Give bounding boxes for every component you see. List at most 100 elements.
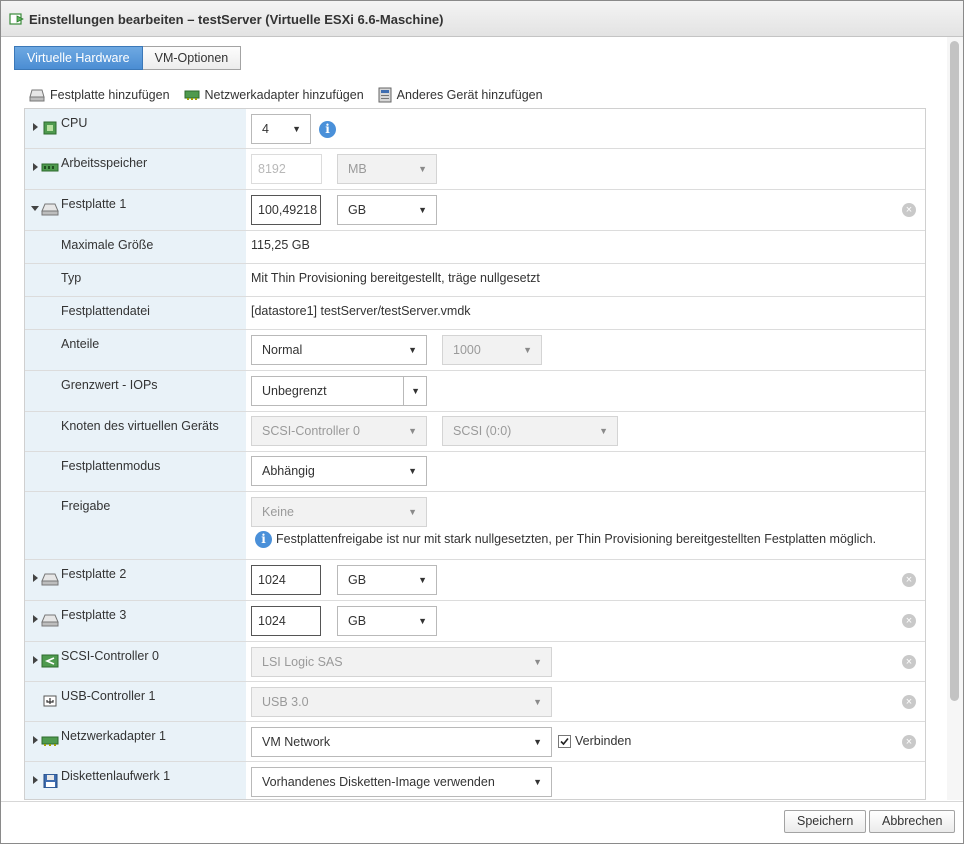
chevron-down-icon: ▼ <box>408 345 417 355</box>
memory-icon <box>41 163 59 172</box>
memory-size-input[interactable]: 8192 <box>251 154 322 184</box>
row-disk3: Festplatte 3 1024 GB ▼ × <box>25 601 925 642</box>
disk2-size-input[interactable]: 1024 <box>251 565 321 595</box>
caret-right-icon[interactable] <box>30 775 40 785</box>
shares-label: Anteile <box>61 337 100 351</box>
caret-right-icon[interactable] <box>30 735 40 745</box>
disk1-label: Festplatte 1 <box>61 197 127 211</box>
disk3-unit-select[interactable]: GB ▼ <box>337 606 437 636</box>
usb-icon <box>43 695 57 707</box>
disk-file-label: Festplattendatei <box>61 304 150 318</box>
device-node-label: Knoten des virtuellen Geräts <box>61 419 219 433</box>
row-disk1-max-size: Maximale Größe 115,25 GB <box>25 231 925 264</box>
remove-disk1-button[interactable]: × <box>902 203 916 217</box>
connect-checkbox[interactable] <box>558 735 571 748</box>
add-disk-button[interactable]: Festplatte hinzufügen <box>29 88 170 102</box>
disk1-size-input[interactable]: 100,49218 <box>251 195 321 225</box>
scsi-node-select[interactable]: SCSI (0:0) ▼ <box>442 416 618 446</box>
disk3-size-input[interactable]: 1024 <box>251 606 321 636</box>
network-select[interactable]: VM Network ▼ <box>251 727 552 757</box>
row-network-adapter: Netzwerkadapter 1 VM Network ▼ Verbinden … <box>25 722 925 762</box>
memory-label: Arbeitsspeicher <box>61 156 148 170</box>
info-icon: i <box>255 531 272 548</box>
chevron-down-icon: ▼ <box>292 124 301 134</box>
add-other-device-button[interactable]: Anderes Gerät hinzufügen <box>378 87 543 103</box>
remove-usb-controller-button[interactable]: × <box>902 695 916 709</box>
cpu-count-select[interactable]: 4 ▼ <box>251 114 311 144</box>
caret-right-icon[interactable] <box>30 162 40 172</box>
disk2-label: Festplatte 2 <box>61 567 127 581</box>
floppy-label: Diskettenlaufwerk 1 <box>61 769 171 783</box>
cancel-button[interactable]: Abbrechen <box>869 810 956 833</box>
tab-virtual-hardware[interactable]: Virtuelle Hardware <box>14 46 143 70</box>
chevron-down-icon: ▼ <box>403 377 420 405</box>
dialog-title: Einstellungen bearbeiten – testServer (V… <box>29 12 444 27</box>
row-disk1-file: Festplattendatei [datastore1] testServer… <box>25 297 925 330</box>
row-disk1-shares: Anteile Normal ▼ 1000 ▼ <box>25 330 925 371</box>
chevron-down-icon: ▼ <box>408 466 417 476</box>
hard-disk-icon <box>41 573 59 586</box>
controller-select[interactable]: SCSI-Controller 0 ▼ <box>251 416 427 446</box>
usb-controller-label: USB-Controller 1 <box>61 689 156 703</box>
caret-down-icon[interactable] <box>30 203 40 213</box>
shares-select[interactable]: Normal ▼ <box>251 335 427 365</box>
cpu-info-icon[interactable]: i <box>319 121 336 138</box>
scsi-controller-label: SCSI-Controller 0 <box>61 649 159 663</box>
usb-type-select[interactable]: USB 3.0 ▼ <box>251 687 552 717</box>
tab-vm-options[interactable]: VM-Optionen <box>142 46 242 70</box>
caret-right-icon[interactable] <box>30 614 40 624</box>
hardware-table: CPU 4 ▼ i Arbeitsspeicher 8192 MB ▼ Fest… <box>24 108 926 800</box>
caret-right-icon[interactable] <box>30 573 40 583</box>
scrollbar-thumb[interactable] <box>950 41 959 701</box>
sharing-note: Festplattenfreigabe ist nur mit stark nu… <box>276 532 877 546</box>
caret-right-icon[interactable] <box>30 655 40 665</box>
row-floppy: Diskettenlaufwerk 1 Vorhandenes Diskette… <box>25 762 925 799</box>
disk-file-value: [datastore1] testServer/testServer.vmdk <box>251 304 471 318</box>
disk1-unit-select[interactable]: GB ▼ <box>337 195 437 225</box>
shares-value-select[interactable]: 1000 ▼ <box>442 335 542 365</box>
connect-label: Verbinden <box>575 734 632 748</box>
hardware-toolbar: Festplatte hinzufügen Netzwerkadapter hi… <box>29 86 557 104</box>
row-usb-controller: USB-Controller 1 USB 3.0 ▼ × <box>25 682 925 722</box>
chevron-down-icon: ▼ <box>408 507 417 517</box>
type-value: Mit Thin Provisioning bereitgestellt, tr… <box>251 271 540 285</box>
floppy-select[interactable]: Vorhandenes Disketten-Image verwenden ▼ <box>251 767 552 797</box>
hard-disk-icon <box>41 614 59 627</box>
network-card-icon <box>184 90 200 100</box>
max-size-value: 115,25 GB <box>251 238 310 252</box>
iops-select[interactable]: Unbegrenzt ▼ <box>251 376 427 406</box>
row-disk1-type: Typ Mit Thin Provisioning bereitgestellt… <box>25 264 925 297</box>
remove-scsi-controller-button[interactable]: × <box>902 655 916 669</box>
sharing-select[interactable]: Keine ▼ <box>251 497 427 527</box>
chevron-down-icon: ▼ <box>418 616 427 626</box>
chevron-down-icon: ▼ <box>418 575 427 585</box>
remove-disk2-button[interactable]: × <box>902 573 916 587</box>
disk3-label: Festplatte 3 <box>61 608 127 622</box>
remove-network-adapter-button[interactable]: × <box>902 735 916 749</box>
row-disk2: Festplatte 2 1024 GB ▼ × <box>25 560 925 601</box>
cpu-icon <box>43 121 57 135</box>
save-button[interactable]: Speichern <box>784 810 867 833</box>
dialog-footer: Speichern Abbrechen <box>1 801 963 843</box>
dialog-titlebar: Einstellungen bearbeiten – testServer (V… <box>1 1 963 37</box>
network-adapter-label: Netzwerkadapter 1 <box>61 729 166 743</box>
row-memory: Arbeitsspeicher 8192 MB ▼ <box>25 149 925 190</box>
tab-bar: Virtuelle Hardware VM-Optionen <box>14 46 242 70</box>
remove-disk3-button[interactable]: × <box>902 614 916 628</box>
iops-label: Grenzwert - IOPs <box>61 378 158 392</box>
add-disk-label: Festplatte hinzufügen <box>50 88 170 102</box>
add-network-adapter-button[interactable]: Netzwerkadapter hinzufügen <box>184 88 364 102</box>
max-size-label: Maximale Größe <box>61 238 154 252</box>
caret-right-icon[interactable] <box>30 122 40 132</box>
chevron-down-icon: ▼ <box>599 426 608 436</box>
dialog-scrollbar[interactable] <box>947 37 963 800</box>
hard-disk-icon <box>41 203 59 216</box>
vm-settings-icon <box>9 13 24 25</box>
disk-mode-select[interactable]: Abhängig ▼ <box>251 456 427 486</box>
floppy-disk-icon <box>43 774 58 788</box>
sharing-label: Freigabe <box>61 499 111 513</box>
other-device-icon <box>378 87 392 103</box>
scsi-type-select[interactable]: LSI Logic SAS ▼ <box>251 647 552 677</box>
memory-unit-select[interactable]: MB ▼ <box>337 154 437 184</box>
disk2-unit-select[interactable]: GB ▼ <box>337 565 437 595</box>
